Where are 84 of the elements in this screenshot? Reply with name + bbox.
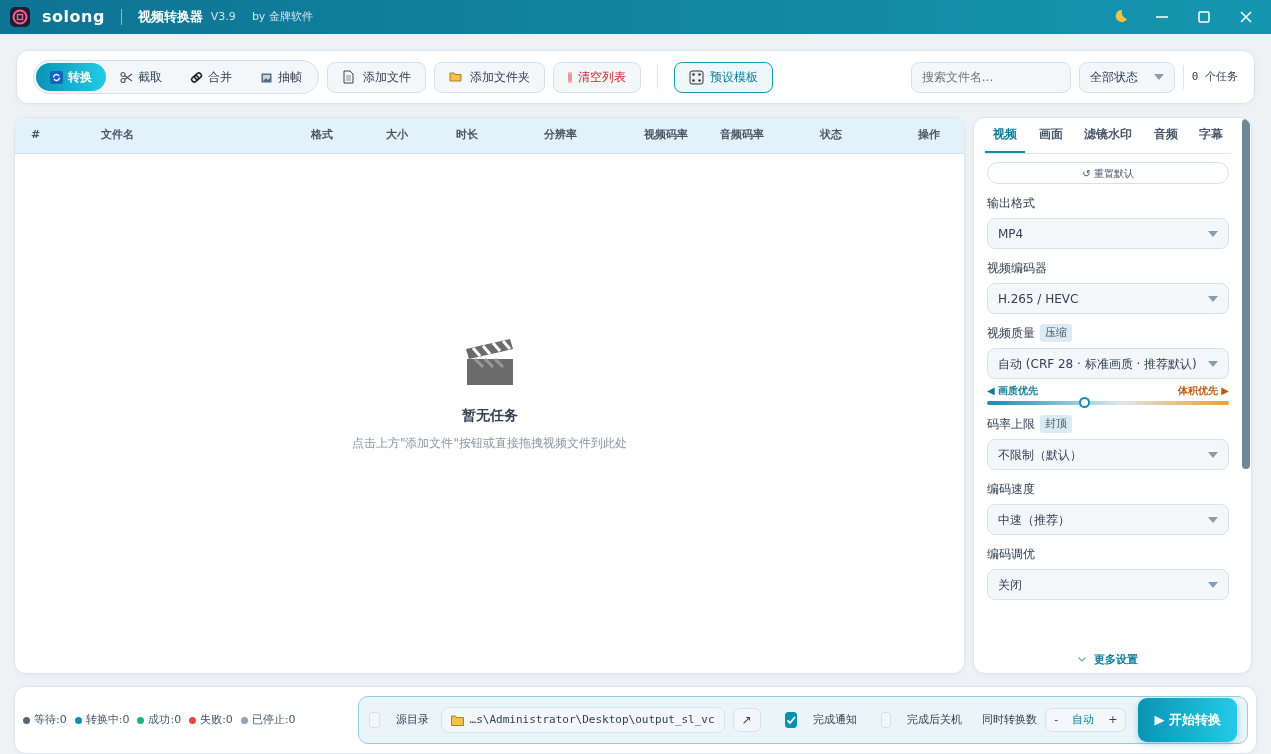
caret-icon <box>1208 581 1218 588</box>
select-dropdown[interactable]: MP4 <box>987 218 1229 250</box>
output-path-field[interactable]: …s\Administrator\Desktop\output_sl_vc <box>440 707 725 733</box>
column-header: 文件名 <box>101 127 135 144</box>
select-dropdown[interactable]: 中速（推荐） <box>987 504 1229 536</box>
vendor-label: by 金牌软件 <box>251 8 313 25</box>
status-count: 等待:0 <box>34 711 67 728</box>
checkbox-label: 完成通知 <box>812 711 857 728</box>
more-settings-button[interactable]: 更多设置 <box>1072 650 1144 669</box>
field-label: 编码速度 <box>987 480 1035 498</box>
settings-tab[interactable]: 视频 <box>985 118 1025 154</box>
clear-list-button[interactable]: 清空列表 <box>553 61 641 93</box>
chain-link-icon <box>190 70 203 84</box>
tag: 压缩 <box>1040 324 1072 343</box>
preset-template-button[interactable]: 预设模板 <box>674 61 773 93</box>
caret-icon <box>1208 516 1218 523</box>
settings-tab[interactable]: 音频 <box>1145 118 1186 154</box>
checkbox-label: 源目录 <box>395 711 429 728</box>
task-count: 0 个任务 <box>1191 68 1238 85</box>
reset-defaults-button[interactable]: ↺ 重置默认 <box>987 162 1229 185</box>
status-filter-dropdown[interactable]: 全部状态 <box>1078 61 1175 93</box>
field-label: 码率上限 <box>987 415 1035 433</box>
column-header: 音频码率 <box>720 127 765 144</box>
slider-label: 体积优先 ▶ <box>1177 384 1229 399</box>
status-count: 已停止:0 <box>251 711 296 728</box>
column-header: # <box>31 127 42 144</box>
mode-tab[interactable]: 合并 <box>176 63 246 91</box>
maximize-icon[interactable] <box>1195 8 1213 26</box>
mode-tab[interactable]: 截取 <box>106 63 176 91</box>
increment-button[interactable]: + <box>1100 711 1126 729</box>
field-label: 视频编码器 <box>987 259 1047 277</box>
status-count: 失败:0 <box>200 711 233 728</box>
status-count: 成功:0 <box>148 711 182 728</box>
empty-state-title: 暂无任务 <box>461 406 518 425</box>
caret-icon <box>1208 451 1218 458</box>
concurrency-label: 同时转换数 <box>982 711 1038 728</box>
folder-icon <box>449 69 464 85</box>
open-folder-button[interactable]: ↗ <box>732 708 761 732</box>
caret-icon <box>1153 74 1164 80</box>
refresh-icon <box>50 70 63 84</box>
column-header: 大小 <box>386 127 409 144</box>
caret-icon <box>1208 295 1218 302</box>
settings-tab[interactable]: 滤镜水印 <box>1076 118 1140 154</box>
settings-tab[interactable]: 画面 <box>1030 118 1071 154</box>
settings-tab[interactable]: 字幕 <box>1191 118 1231 154</box>
app-name: solong <box>42 6 105 28</box>
empty-state-hint: 点击上方"添加文件"按钮或直接拖拽视频文件到此处 <box>351 435 627 452</box>
search-field[interactable]: 搜索文件名... <box>910 61 1071 93</box>
mode-tab[interactable]: 抽帧 <box>246 63 316 91</box>
dice-icon <box>689 69 704 85</box>
select-dropdown[interactable]: H.265 / HEVC <box>987 283 1229 315</box>
slider-thumb[interactable] <box>1078 397 1090 409</box>
column-header: 分辨率 <box>544 127 578 144</box>
column-header: 视频码率 <box>644 127 689 144</box>
scrollbar[interactable] <box>1242 119 1250 469</box>
caret-icon <box>1208 230 1218 237</box>
column-header: 状态 <box>820 127 843 144</box>
slider-label: ◀ 画质优先 <box>987 384 1039 399</box>
checkmark-icon <box>785 715 796 725</box>
add-folder-button[interactable]: 添加文件夹 <box>434 61 545 93</box>
concurrency-value: 自动 <box>1071 711 1096 728</box>
select-dropdown[interactable]: 关闭 <box>987 569 1229 601</box>
checkbox-label: 完成后关机 <box>907 711 963 728</box>
decrement-button[interactable]: - <box>1046 711 1067 729</box>
select-dropdown[interactable]: 不限制（默认） <box>987 439 1229 471</box>
field-label: 编码调优 <box>987 545 1035 563</box>
checkbox[interactable] <box>784 712 797 728</box>
document-icon <box>342 69 357 85</box>
version-label: V3.9 <box>210 8 236 25</box>
select-dropdown[interactable]: 自动 (CRF 28 · 标准画质 · 推荐默认) <box>987 348 1229 380</box>
add-file-button[interactable]: 添加文件 <box>327 61 426 93</box>
column-header: 时长 <box>456 127 479 144</box>
column-header: 操作 <box>918 127 941 144</box>
column-header: 格式 <box>311 127 334 144</box>
folder-icon <box>450 714 464 726</box>
chevron-down-icon <box>1078 657 1086 663</box>
field-label: 视频质量 <box>987 324 1035 342</box>
status-count: 转换中:0 <box>85 711 130 728</box>
tag: 封顶 <box>1040 415 1072 434</box>
app-logo-icon <box>10 7 30 27</box>
app-title: 视频转换器 <box>137 8 203 27</box>
scissors-icon <box>120 70 133 84</box>
caret-icon <box>1208 360 1218 367</box>
field-label: 输出格式 <box>987 194 1035 212</box>
